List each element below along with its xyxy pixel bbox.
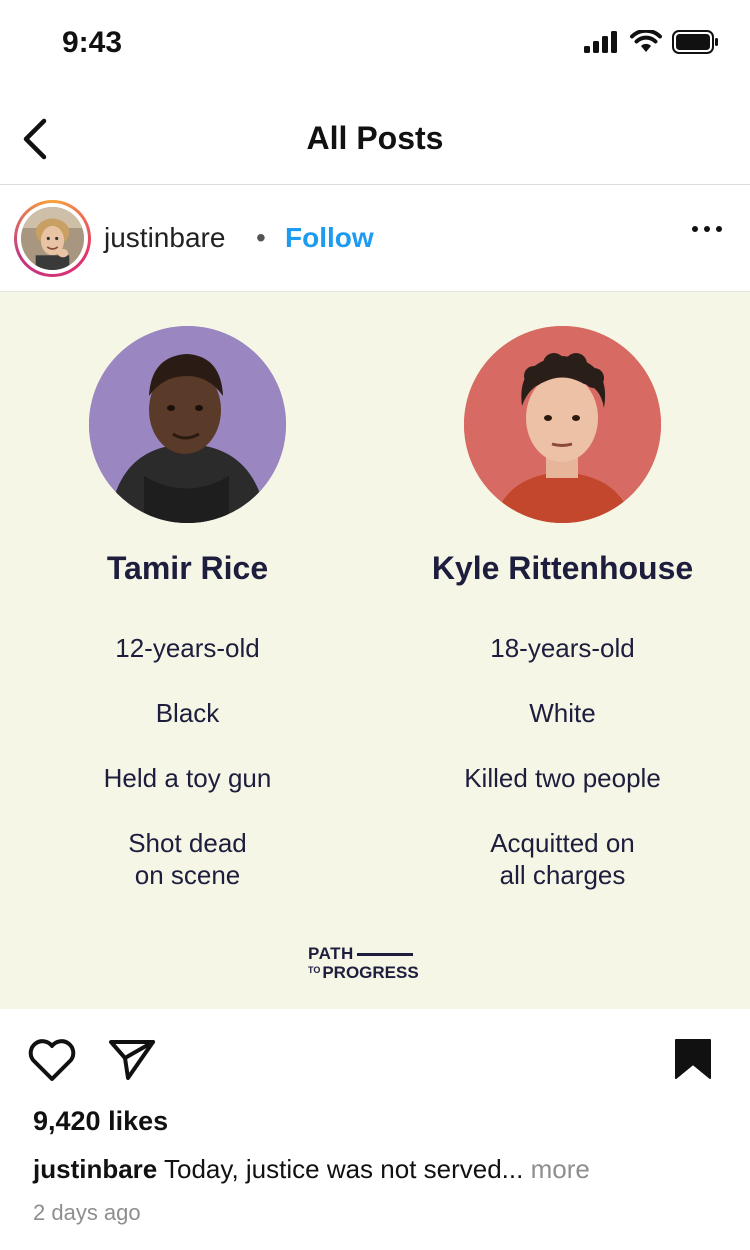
bookmark-icon (675, 1039, 711, 1079)
person-name-left: Tamir Rice (106, 550, 269, 586)
post-username[interactable]: justinbare (104, 222, 225, 254)
fact-outcome-left: Shot dead on scene (128, 828, 247, 890)
logo-line1: PATH (308, 944, 354, 963)
caption-more-link[interactable]: more (531, 1154, 590, 1184)
logo-to: TO (308, 965, 321, 975)
fact-age-right: 18-years-old (490, 633, 635, 663)
likes-count[interactable]: 9,420 likes (33, 1106, 168, 1137)
post-actions (0, 1030, 750, 1090)
status-time: 9:43 (62, 26, 123, 59)
fact-age-left: 12-years-old (115, 633, 260, 663)
post-image[interactable]: Tamir Rice 12-years-old Black Held a toy… (0, 292, 750, 1009)
fact-race-left: Black (155, 698, 220, 728)
ellipsis-icon (692, 226, 698, 232)
battery-icon (672, 30, 718, 54)
portrait-left (89, 326, 286, 523)
person-name-right: Kyle Rittenhouse (431, 550, 694, 586)
wifi-icon (630, 30, 662, 52)
fact-action-right: Killed two people (464, 763, 661, 793)
like-button[interactable] (27, 1038, 77, 1087)
fact-outcome-right: Acquitted on all charges (490, 828, 635, 890)
paper-plane-icon (109, 1040, 155, 1080)
caption-text: Today, justice was not served... (157, 1154, 531, 1184)
status-icons (584, 30, 720, 54)
more-options-button[interactable] (692, 226, 722, 232)
path-to-progress-logo: PATH TO PROGRESS (308, 944, 419, 982)
caption-username[interactable]: justinbare (33, 1154, 157, 1184)
follow-button[interactable]: Follow (285, 222, 374, 254)
fact-race-right: White (529, 698, 596, 728)
post-header: justinbare • Follow (0, 186, 750, 292)
cellular-signal-icon (584, 31, 617, 53)
avatar-image (21, 207, 84, 270)
fact-action-left: Held a toy gun (103, 763, 272, 793)
ellipsis-icon-dot (704, 226, 710, 232)
avatar[interactable] (14, 200, 91, 277)
logo-bar (356, 952, 413, 956)
logo-line2: PROGRESS (322, 963, 419, 982)
heart-icon (28, 1039, 76, 1081)
portrait-right (464, 326, 661, 523)
ellipsis-icon-dot (716, 226, 722, 232)
separator-dot: • (256, 222, 266, 253)
share-button[interactable] (108, 1038, 156, 1087)
save-button[interactable] (674, 1038, 712, 1085)
status-bar: 9:43 (0, 0, 750, 90)
page-title: All Posts (306, 120, 444, 156)
portrait-right-image (464, 326, 661, 523)
nav-header: All Posts (0, 92, 750, 185)
post-timestamp: 2 days ago (33, 1200, 141, 1225)
post-caption: justinbare Today, justice was not served… (33, 1154, 590, 1185)
portrait-left-image (89, 326, 286, 523)
